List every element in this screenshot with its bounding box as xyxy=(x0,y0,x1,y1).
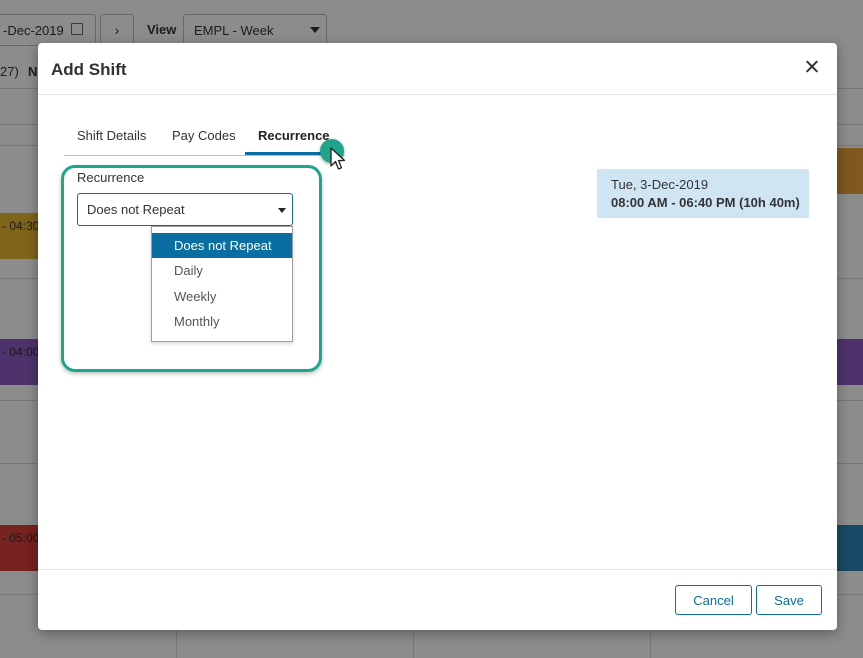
option-label: Monthly xyxy=(174,314,220,329)
recurrence-select-value: Does not Repeat xyxy=(87,202,185,217)
tab-shift-details[interactable]: Shift Details xyxy=(77,128,146,143)
shift-date: Tue, 3-Dec-2019 xyxy=(611,177,709,192)
dialog-tabs: Shift Details Pay Codes Recurrence xyxy=(64,119,344,156)
option-label: Daily xyxy=(174,263,203,278)
recurrence-dropdown: Does not Repeat Daily Weekly Monthly xyxy=(151,226,293,342)
dialog-footer: Cancel Save xyxy=(38,569,837,631)
cursor-arrow-icon xyxy=(330,147,346,170)
close-icon[interactable] xyxy=(802,57,822,77)
shift-summary: Tue, 3-Dec-2019 08:00 AM - 06:40 PM (10h… xyxy=(597,169,809,218)
option-weekly[interactable]: Weekly xyxy=(152,284,292,309)
tab-recurrence[interactable]: Recurrence xyxy=(258,128,330,143)
option-label: Does not Repeat xyxy=(174,238,272,253)
option-daily[interactable]: Daily xyxy=(152,258,292,283)
dialog-header: Add Shift xyxy=(38,43,837,95)
option-does-not-repeat[interactable]: Does not Repeat xyxy=(152,233,292,258)
save-button[interactable]: Save xyxy=(756,585,822,615)
option-label: Weekly xyxy=(174,289,217,304)
option-monthly[interactable]: Monthly xyxy=(152,309,292,334)
chevron-down-icon xyxy=(278,208,286,213)
dialog-title: Add Shift xyxy=(51,60,127,79)
cancel-button[interactable]: Cancel xyxy=(675,585,752,615)
recurrence-select[interactable]: Does not Repeat xyxy=(77,193,293,226)
recurrence-label: Recurrence xyxy=(77,170,145,185)
shift-time-range: 08:00 AM - 06:40 PM (10h 40m) xyxy=(611,195,800,210)
add-shift-dialog: Add Shift Shift Details Pay Codes Recurr… xyxy=(38,43,837,630)
tab-pay-codes[interactable]: Pay Codes xyxy=(172,128,236,143)
